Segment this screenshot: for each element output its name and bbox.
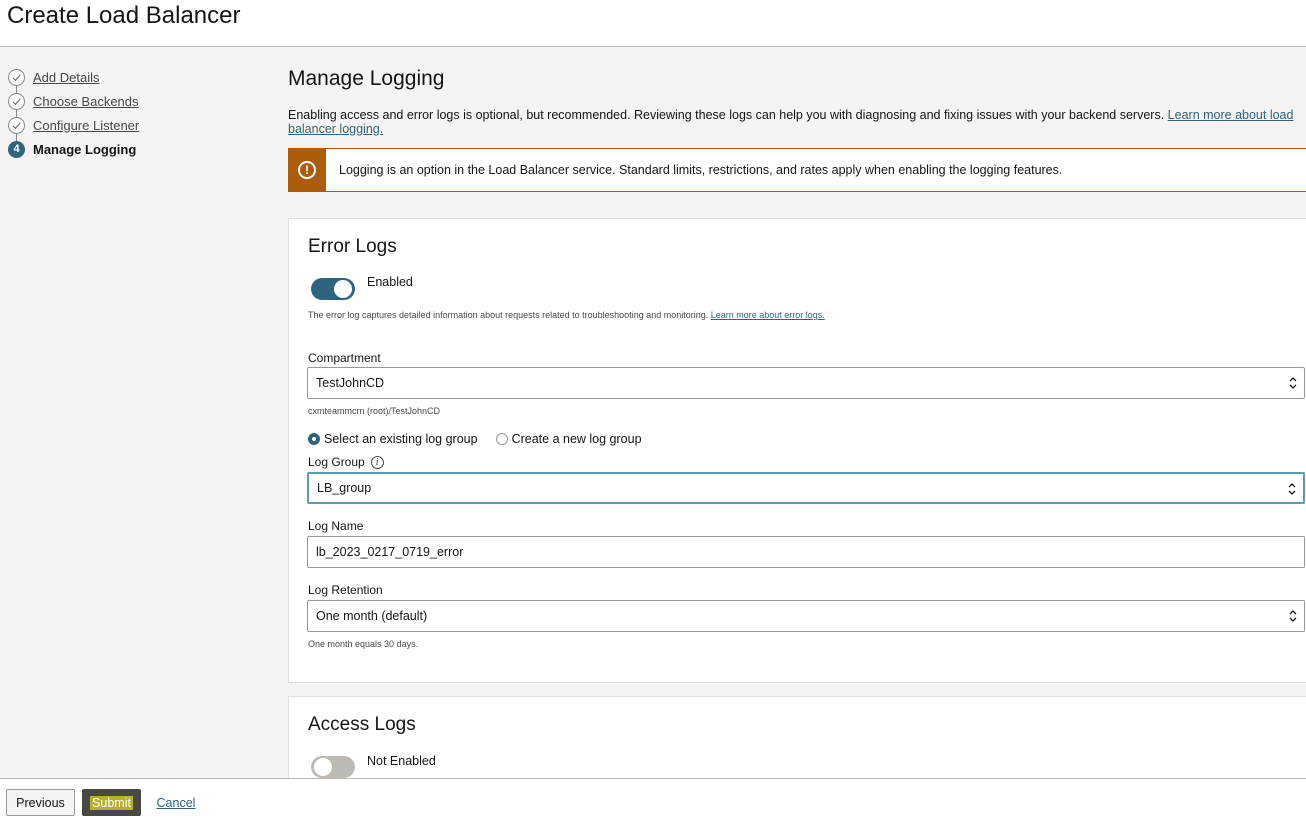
learn-more-error-logs-link[interactable]: Learn more about error logs.	[711, 310, 825, 320]
step-label: Manage Logging	[33, 141, 137, 157]
footer-actions: Previous Submit Cancel	[0, 778, 1306, 822]
compartment-label: Compartment	[308, 351, 381, 365]
page-title: Create Load Balancer	[7, 2, 241, 29]
error-logs-help: The error log captures detailed informat…	[308, 310, 825, 320]
intro-text: Enabling access and error logs is option…	[288, 108, 1306, 136]
compartment-value: TestJohnCD	[316, 376, 385, 390]
previous-button[interactable]: Previous	[6, 789, 75, 816]
chevron-updown-icon	[1289, 377, 1297, 389]
log-group-label: Log Group i	[308, 455, 384, 470]
compartment-path: cxmteammcrn (root)/TestJohnCD	[308, 406, 441, 416]
step-label[interactable]: Choose Backends	[33, 94, 139, 109]
radio-new-log-group[interactable]: Create a new log group	[495, 432, 642, 446]
toggle-knob	[334, 280, 352, 298]
chevron-updown-icon	[1289, 610, 1297, 622]
radio-new-label: Create a new log group	[511, 432, 642, 446]
warning-text: Logging is an option in the Load Balance…	[339, 163, 1063, 177]
radio-checked-icon	[308, 433, 320, 445]
radio-unchecked-icon	[495, 433, 508, 445]
access-logs-toggle-label: Not Enabled	[367, 754, 436, 768]
access-logs-card: Access Logs Not Enabled	[288, 696, 1306, 778]
warning-icon: !	[288, 147, 326, 192]
access-logs-title: Access Logs	[308, 714, 416, 735]
steps-list: Add Details Choose Backends Configure Li…	[8, 65, 139, 161]
log-name-value: lb_2023_0217_0719_error	[316, 545, 464, 559]
cancel-link[interactable]: Cancel	[150, 789, 202, 816]
header-bar: Create Load Balancer	[0, 0, 1306, 47]
log-group-mode: Select an existing log group Create a ne…	[308, 432, 660, 446]
check-icon	[8, 68, 25, 86]
step-configure-listener[interactable]: Configure Listener	[8, 113, 139, 137]
error-logs-title: Error Logs	[308, 236, 397, 257]
log-name-label: Log Name	[308, 519, 364, 533]
log-group-label-text: Log Group	[308, 455, 365, 469]
intro-body: Enabling access and error logs is option…	[288, 108, 1168, 122]
log-name-input[interactable]: lb_2023_0217_0719_error	[307, 536, 1305, 568]
step-label[interactable]: Add Details	[33, 70, 99, 85]
check-icon	[8, 116, 25, 134]
step-number-badge: 4	[8, 140, 25, 158]
submit-button[interactable]: Submit	[82, 789, 141, 816]
chevron-updown-icon	[1288, 483, 1296, 495]
log-retention-help: One month equals 30 days.	[308, 639, 419, 649]
step-choose-backends[interactable]: Choose Backends	[8, 89, 139, 113]
log-group-select[interactable]: LB_group	[307, 472, 1305, 504]
compartment-select[interactable]: TestJohnCD	[307, 367, 1305, 399]
toggle-knob	[314, 758, 332, 776]
section-title: Manage Logging	[288, 67, 445, 90]
error-logs-card: Error Logs Enabled The error log capture…	[288, 218, 1306, 683]
radio-existing-label: Select an existing log group	[324, 432, 478, 446]
error-logs-help-text: The error log captures detailed informat…	[308, 310, 711, 320]
access-logs-toggle[interactable]	[311, 756, 355, 778]
log-group-value: LB_group	[317, 481, 372, 495]
radio-existing-log-group[interactable]: Select an existing log group	[308, 432, 478, 446]
error-logs-toggle[interactable]	[311, 278, 355, 300]
log-retention-value: One month (default)	[316, 609, 428, 623]
step-add-details[interactable]: Add Details	[8, 65, 139, 89]
main-content: Manage Logging Enabling access and error…	[275, 47, 1306, 778]
log-retention-select[interactable]: One month (default)	[307, 600, 1305, 632]
step-manage-logging: 4 Manage Logging	[8, 137, 139, 161]
check-icon	[8, 92, 25, 110]
warning-banner: ! Logging is an option in the Load Balan…	[288, 147, 1306, 192]
log-retention-label: Log Retention	[308, 583, 383, 597]
error-logs-toggle-label: Enabled	[367, 275, 413, 289]
submit-label: Submit	[90, 795, 133, 810]
steps-sidebar: Add Details Choose Backends Configure Li…	[0, 47, 275, 778]
info-icon[interactable]: i	[370, 456, 384, 470]
step-label[interactable]: Configure Listener	[33, 118, 139, 133]
